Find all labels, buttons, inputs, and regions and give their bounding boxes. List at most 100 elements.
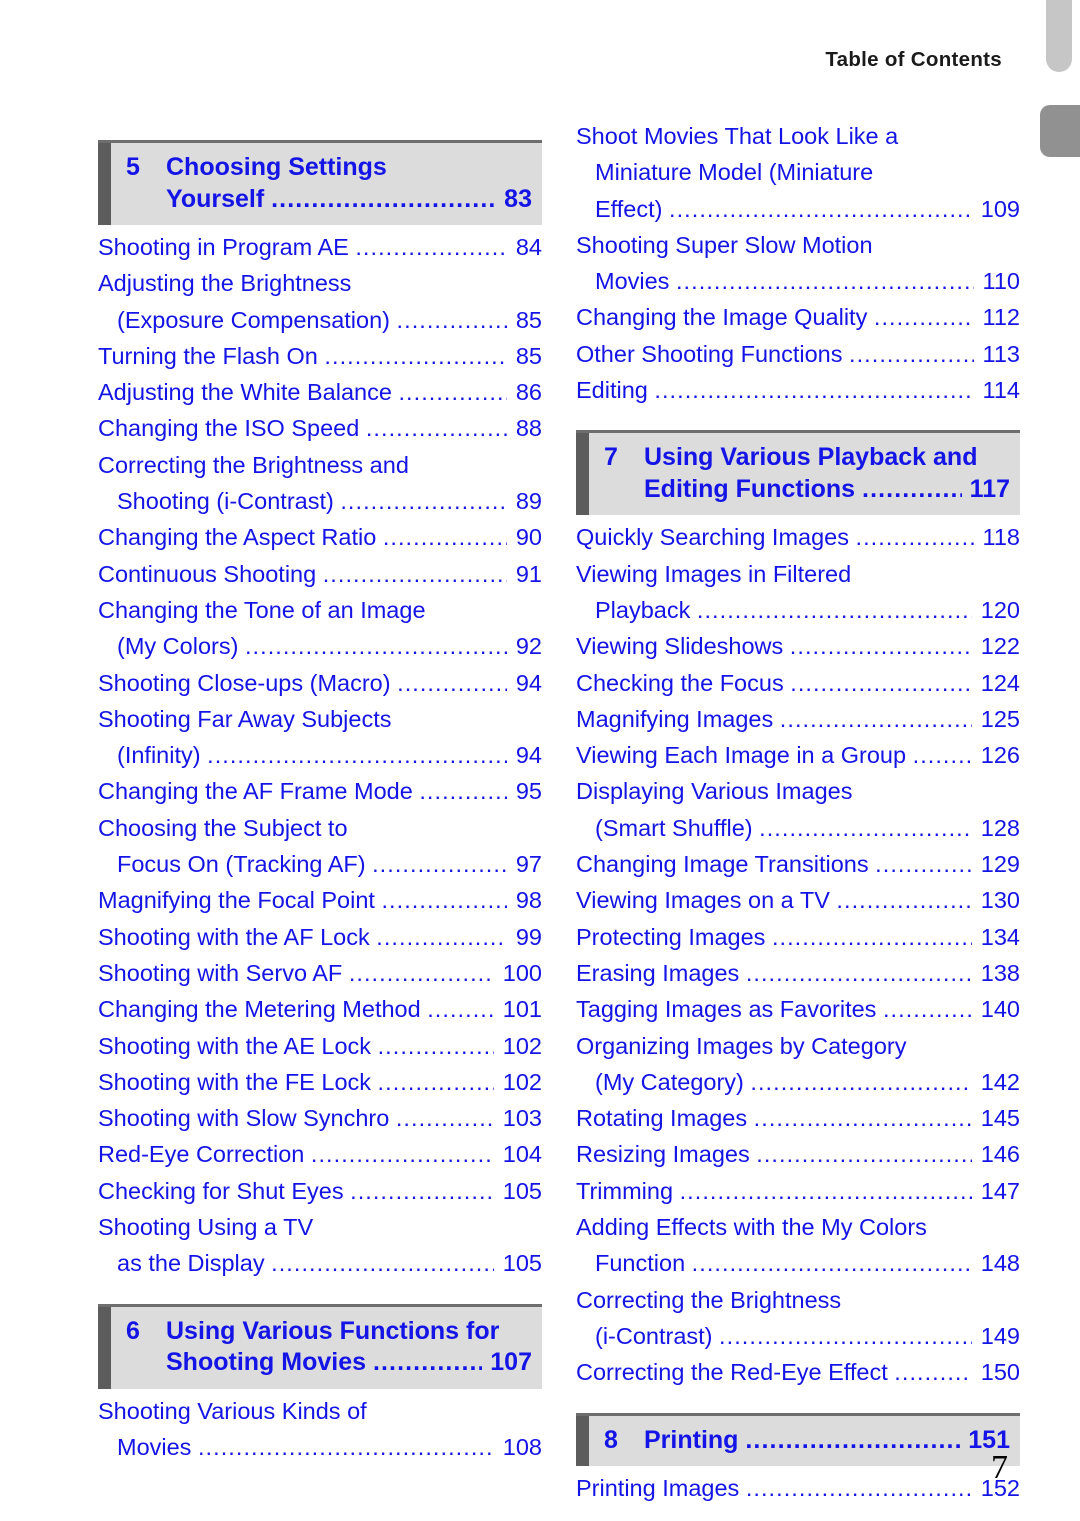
dot-leader: ........................................…	[372, 851, 507, 878]
toc-entry[interactable]: Shooting with Slow Synchro .............…	[98, 1100, 542, 1136]
toc-entry[interactable]: Changing the Image Quality .............…	[576, 299, 1020, 335]
toc-entry[interactable]: Shoot Movies That Look Like a Miniature M…	[576, 118, 1020, 227]
toc-entry-label: Shooting with the AE Lock	[98, 1032, 378, 1059]
toc-entry-label: Adjusting the Brightness	[98, 270, 352, 297]
toc-entry[interactable]: Protecting Images ......................…	[576, 919, 1020, 955]
toc-entry[interactable]: Changing the ISO Speed .................…	[98, 410, 542, 446]
toc-entry[interactable]: Trimming ...............................…	[576, 1173, 1020, 1209]
toc-page-number: 140	[974, 996, 1020, 1023]
toc-line: Shooting with Slow Synchro .............…	[98, 1100, 542, 1136]
toc-entry[interactable]: Shooting with the AE Lock ..............…	[98, 1028, 542, 1064]
dot-leader: ........................................…	[753, 1105, 973, 1132]
toc-entry[interactable]: Shooting with Servo AF .................…	[98, 955, 542, 991]
toc-entry[interactable]: Changing the Aspect Ratio ..............…	[98, 519, 542, 555]
toc-entry[interactable]: Erasing Images .........................…	[576, 955, 1020, 991]
toc-entry-label: Effect)	[595, 195, 670, 222]
dot-leader: ........................................…	[382, 524, 508, 551]
toc-line: Turning the Flash On ...................…	[98, 338, 542, 374]
toc-entry[interactable]: Shooting Super Slow Motion Movies .......…	[576, 227, 1020, 300]
toc-entry[interactable]: Checking for Shut Eyes .................…	[98, 1173, 542, 1209]
toc-entry[interactable]: Quickly Searching Images ...............…	[576, 519, 1020, 555]
chapter-heading[interactable]: 8 Printing ..............................…	[576, 1412, 1020, 1466]
toc-page-number: 148	[974, 1250, 1020, 1277]
toc-entry[interactable]: Changing Image Transitions .............…	[576, 846, 1020, 882]
toc-page-number: 91	[509, 560, 542, 587]
toc-entry[interactable]: Continuous Shooting ....................…	[98, 556, 542, 592]
chapter-heading[interactable]: 5 Choosing Settings Yourself .............…	[98, 140, 542, 225]
toc-entry[interactable]: Viewing Slideshows .....................…	[576, 628, 1020, 664]
toc-entry[interactable]: Shooting Using a TV as the Display ......…	[98, 1209, 542, 1282]
toc-entry[interactable]: Correcting the Red-Eye Effect ..........…	[576, 1354, 1020, 1390]
dot-leader: ........................................…	[396, 306, 508, 333]
toc-page-number: 109	[974, 195, 1020, 222]
toc-entry[interactable]: Rotating Images ........................…	[576, 1100, 1020, 1136]
dot-leader: ........................................…	[271, 1250, 494, 1277]
toc-line: (Smart Shuffle) ........................…	[576, 810, 1020, 846]
toc-page-number: 112	[976, 304, 1020, 331]
toc-entry[interactable]: Adjusting the Brightness (Exposure Compen…	[98, 265, 542, 338]
toc-entry-label: Shooting (i-Contrast)	[117, 488, 341, 515]
toc-entry[interactable]: Editing ................................…	[576, 372, 1020, 408]
toc-entry[interactable]: Choosing the Subject to Focus On (Trackin…	[98, 810, 542, 883]
toc-page-number: 118	[976, 524, 1020, 551]
toc-entry-label: (Smart Shuffle)	[595, 814, 760, 841]
toc-entry[interactable]: Magnifying the Focal Point .............…	[98, 882, 542, 918]
toc-entry[interactable]: Correcting the Brightness (i-Contrast) ..…	[576, 1282, 1020, 1355]
toc-line: (Infinity) .............................…	[98, 737, 542, 773]
toc-entry[interactable]: Organizing Images by Category (My Categor…	[576, 1028, 1020, 1101]
toc-line: Organizing Images by Category	[576, 1028, 1020, 1064]
toc-entry[interactable]: Shooting Far Away Subjects (Infinity) ...…	[98, 701, 542, 774]
toc-entry[interactable]: Shooting Various Kinds of Movies ........…	[98, 1393, 542, 1466]
dot-leader: ........................................…	[322, 560, 508, 587]
toc-entry[interactable]: Shooting with the AF Lock ..............…	[98, 919, 542, 955]
toc-entry-label: Changing Image Transitions	[576, 851, 876, 878]
toc-entry[interactable]: Changing the Metering Method ...........…	[98, 991, 542, 1027]
toc-column-right: Shoot Movies That Look Like a Miniature M…	[576, 118, 1020, 1506]
toc-entry[interactable]: Printing Images ........................…	[576, 1470, 1020, 1506]
toc-entry[interactable]: Turning the Flash On ...................…	[98, 338, 542, 374]
toc-entry-label: Using Various Playback and	[644, 443, 978, 472]
dot-leader: ........................................…	[894, 1359, 973, 1386]
toc-entry[interactable]: Correcting the Brightness and Shooting (i…	[98, 447, 542, 520]
toc-entry[interactable]: Magnifying Images ......................…	[576, 701, 1020, 737]
toc-entry-label: Viewing Images in Filtered	[576, 560, 852, 587]
toc-line: Protecting Images ......................…	[576, 919, 1020, 955]
toc-entry[interactable]: Red-Eye Correction .....................…	[98, 1136, 542, 1172]
toc-page-number: 134	[974, 923, 1020, 950]
toc-line: Red-Eye Correction .....................…	[98, 1136, 542, 1172]
toc-entry[interactable]: Displaying Various Images (Smart Shuffle)…	[576, 773, 1020, 846]
toc-line: Continuous Shooting ....................…	[98, 556, 542, 592]
toc-entry-label: Shooting in Program AE	[98, 234, 356, 260]
toc-entry[interactable]: Viewing Images on a TV .................…	[576, 882, 1020, 918]
toc-entry[interactable]: Tagging Images as Favorites ............…	[576, 991, 1020, 1027]
toc-entry[interactable]: Changing the Tone of an Image (My Colors)…	[98, 592, 542, 665]
toc-page-number: 102	[496, 1032, 542, 1059]
chapter-heading[interactable]: 7 Using Various Playback and Editing Funct…	[576, 430, 1020, 516]
toc-entry-label: Rotating Images	[576, 1105, 754, 1132]
toc-entry[interactable]: Other Shooting Functions ...............…	[576, 336, 1020, 372]
toc-entry-label: Miniature Model (Miniature	[595, 159, 874, 186]
toc-entry[interactable]: Adjusting the White Balance ............…	[98, 374, 542, 410]
toc-entry[interactable]: Checking the Focus .....................…	[576, 665, 1020, 701]
toc-line: Viewing Images on a TV .................…	[576, 882, 1020, 918]
toc-entry[interactable]: Adding Effects with the My Colors Functio…	[576, 1209, 1020, 1282]
toc-entry[interactable]: Resizing Images ........................…	[576, 1136, 1020, 1172]
chapter-heading[interactable]: 6 Using Various Functions for Shooting Mov…	[98, 1303, 542, 1389]
toc-entry[interactable]: Shooting in Program AE .................…	[98, 229, 542, 265]
toc-entry-label: Editing	[576, 377, 655, 404]
toc-entry[interactable]: Viewing Images in Filtered Playback .....…	[576, 556, 1020, 629]
toc-page-number: 100	[496, 959, 542, 986]
toc-line: Adjusting the Brightness	[98, 265, 542, 301]
toc-entry[interactable]: Viewing Each Image in a Group ..........…	[576, 737, 1020, 773]
toc-page-number: 147	[974, 1177, 1020, 1204]
toc-entry-label: Printing	[644, 1425, 746, 1454]
toc-entry[interactable]: Shooting Close-ups (Macro) .............…	[98, 665, 542, 701]
toc-line: Using Various Functions for	[166, 1316, 532, 1348]
dot-leader: ........................................…	[377, 1032, 495, 1059]
toc-entry[interactable]: Changing the AF Frame Mode .............…	[98, 773, 542, 809]
chapter-title: Using Various Functions for Shooting Movi…	[138, 1316, 532, 1379]
toc-entry-label: Shooting with Servo AF	[98, 959, 349, 986]
toc-column-left: 5 Choosing Settings Yourself .............…	[98, 118, 542, 1506]
toc-entry[interactable]: Shooting with the FE Lock ..............…	[98, 1064, 542, 1100]
dot-leader: ........................................…	[669, 195, 973, 222]
